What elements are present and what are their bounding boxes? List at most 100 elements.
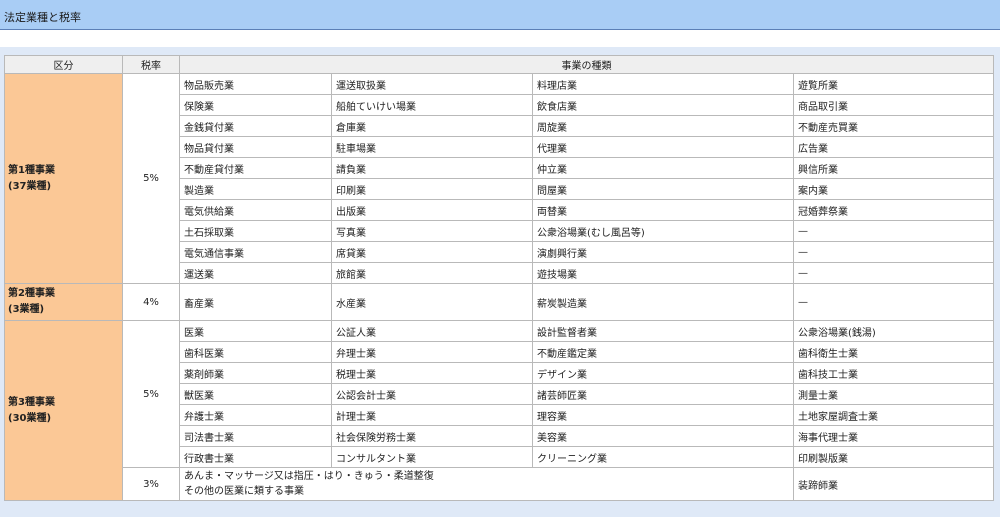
business-type-cell: 出版業 <box>331 199 533 221</box>
business-type-cell: 理容業 <box>532 404 794 426</box>
table-row: 第2種事業 (3業種) 4% 畜産業 水産業 薪炭製造業 — <box>4 283 994 321</box>
category-cell: 第2種事業 (3業種) <box>4 283 123 321</box>
rate-cell: 5% <box>122 320 180 468</box>
business-type-cell: 商品取引業 <box>793 94 994 116</box>
business-type-cell: 駐車場業 <box>331 136 533 158</box>
business-type-cell: 土石採取業 <box>179 220 332 242</box>
business-type-cell: 装蹄師業 <box>793 467 994 501</box>
business-type-cell: 設計監督者業 <box>532 320 794 342</box>
table-row: 3% あんま・マッサージ又は指圧・はり・きゅう・柔道整復 その他の医業に類する事業装… <box>5 467 994 501</box>
business-type-cell: 歯科衛生士業 <box>793 341 994 363</box>
business-type-cell: 土地家屋調査士業 <box>793 404 994 426</box>
business-type-cell: 獣医業 <box>179 383 332 405</box>
business-type-cell: — <box>793 241 994 263</box>
business-type-cell: 不動産貸付業 <box>179 157 332 179</box>
business-type-cell: 物品貸付業 <box>179 136 332 158</box>
business-type-cell: 医業 <box>179 320 332 342</box>
business-type-cell: 美容業 <box>532 425 794 447</box>
tax-rate-table: 区分 税率 事業の種類 第1種事業 (37業種) 5% 物品販売業 運送取扱業 料理店業遊… <box>4 55 994 501</box>
category-name: 第1種事業 <box>8 164 55 176</box>
business-line-2: その他の医業に類する事業 <box>184 486 304 497</box>
business-type-cell: 飲食店業 <box>532 94 794 116</box>
rate-cell: 3% <box>122 467 180 501</box>
business-type-cell: 保険業 <box>179 94 332 116</box>
rate-cell: 5% <box>122 73 180 284</box>
header-business-type: 事業の種類 <box>179 55 994 74</box>
content-panel: 区分 税率 事業の種類 第1種事業 (37業種) 5% 物品販売業 運送取扱業 料理店業遊… <box>0 47 1000 517</box>
business-type-cell: 席貸業 <box>331 241 533 263</box>
business-type-cell: 弁護士業 <box>179 404 332 426</box>
business-type-cell: — <box>793 220 994 242</box>
header-category: 区分 <box>4 55 123 74</box>
business-type-cell: 公衆浴場業(むし風呂等) <box>532 220 794 242</box>
title-bar: 法定業種と税率 <box>0 0 1000 30</box>
business-type-cell: 遊覧所業 <box>793 73 994 95</box>
business-type-cell: 歯科技工士業 <box>793 362 994 384</box>
business-type-cell: 演劇興行業 <box>532 241 794 263</box>
business-type-cell: 広告業 <box>793 136 994 158</box>
business-type-cell: 不動産鑑定業 <box>532 341 794 363</box>
table-row: 第3種事業 (30業種) 5% 医業 公証人業 設計監督者業 公衆浴場業(銭湯) <box>4 320 994 501</box>
business-type-cell: 興信所業 <box>793 157 994 179</box>
business-type-cell: 問屋業 <box>532 178 794 200</box>
category-cell: 第1種事業 (37業種) <box>4 73 123 284</box>
business-line-1: あんま・マッサージ又は指圧・はり・きゅう・柔道整復 <box>184 471 434 482</box>
business-type-cell: 周旋業 <box>532 115 794 137</box>
business-type-cell: 公認会計士業 <box>331 383 533 405</box>
business-type-cell: 社会保険労務士業 <box>331 425 533 447</box>
business-type-cell: 船舶ていけい場業 <box>331 94 533 116</box>
business-type-cell: 金銭貸付業 <box>179 115 332 137</box>
business-type-cell: 水産業 <box>331 283 533 321</box>
category-name: 第3種事業 <box>8 396 55 408</box>
category-count: (3業種) <box>8 304 45 315</box>
business-type-cell: 税理士業 <box>331 362 533 384</box>
business-type-cell: 遊技場業 <box>532 262 794 284</box>
category-count: (30業種) <box>8 412 52 424</box>
business-type-cell: 冠婚葬祭業 <box>793 199 994 221</box>
category-count: (37業種) <box>8 180 52 192</box>
business-type-cell: 不動産売買業 <box>793 115 994 137</box>
category-cell: 第3種事業 (30業種) <box>4 320 123 501</box>
business-type-cell: 倉庫業 <box>331 115 533 137</box>
business-type-cell: 計理士業 <box>331 404 533 426</box>
business-type-cell: 運送業 <box>179 262 332 284</box>
rate-cell: 4% <box>122 283 180 321</box>
page-title: 法定業種と税率 <box>4 11 81 24</box>
massage-business-cell: あんま・マッサージ又は指圧・はり・きゅう・柔道整復 その他の医業に類する事業 <box>179 467 794 501</box>
business-type-cell: 薬剤師業 <box>179 362 332 384</box>
business-type-cell: 公証人業 <box>331 320 533 342</box>
business-type-cell: 代理業 <box>532 136 794 158</box>
business-type-cell: 電気通信事業 <box>179 241 332 263</box>
business-type-cell: 測量士業 <box>793 383 994 405</box>
business-type-cell: 公衆浴場業(銭湯) <box>793 320 994 342</box>
business-type-cell: 行政書士業 <box>179 446 332 468</box>
business-type-cell: デザイン業 <box>532 362 794 384</box>
spacer <box>0 30 1000 47</box>
business-type-cell: 請負業 <box>331 157 533 179</box>
business-type-cell: — <box>793 283 994 321</box>
business-type-cell: 司法書士業 <box>179 425 332 447</box>
business-type-cell: 印刷業 <box>331 178 533 200</box>
header-rate: 税率 <box>122 55 180 74</box>
business-type-cell: 弁理士業 <box>331 341 533 363</box>
business-type-cell: 薪炭製造業 <box>532 283 794 321</box>
business-type-cell: コンサルタント業 <box>331 446 533 468</box>
business-type-cell: 両替業 <box>532 199 794 221</box>
business-type-cell: 海事代理士業 <box>793 425 994 447</box>
business-type-cell: 仲立業 <box>532 157 794 179</box>
business-type-cell: 畜産業 <box>179 283 332 321</box>
business-type-cell: — <box>793 262 994 284</box>
business-type-cell: 製造業 <box>179 178 332 200</box>
table-row: 第1種事業 (37業種) 5% 物品販売業 運送取扱業 料理店業 遊覧所業 <box>4 73 994 284</box>
business-type-cell: 写真業 <box>331 220 533 242</box>
business-type-cell: クリーニング業 <box>532 446 794 468</box>
category-name: 第2種事業 <box>8 288 55 299</box>
business-type-cell: 物品販売業 <box>179 73 332 95</box>
business-type-cell: 歯科医業 <box>179 341 332 363</box>
business-type-cell: 料理店業 <box>532 73 794 95</box>
business-type-cell: 電気供給業 <box>179 199 332 221</box>
table-header-row: 区分 税率 事業の種類 <box>4 55 994 74</box>
business-type-cell: 運送取扱業 <box>331 73 533 95</box>
business-type-cell: 印刷製版業 <box>793 446 994 468</box>
business-type-cell: 旅館業 <box>331 262 533 284</box>
